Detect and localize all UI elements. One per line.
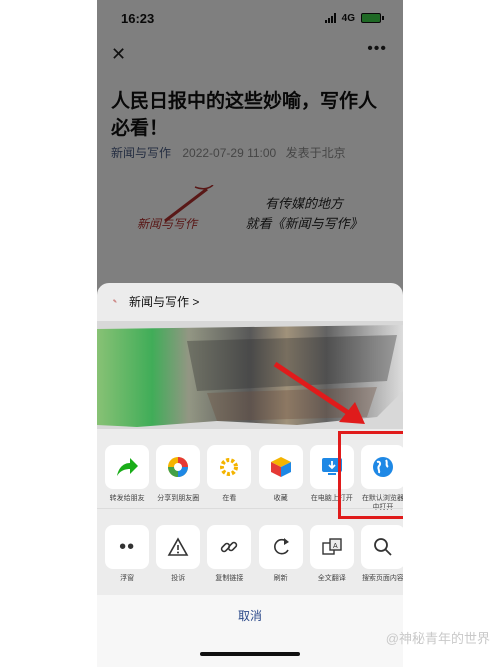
wow-icon [220, 458, 239, 476]
copy-link-button[interactable]: 复制链接 [207, 525, 252, 583]
favorite-cube-icon [270, 457, 291, 477]
action-label: 投诉 [171, 575, 186, 582]
red-highlight-box [338, 431, 403, 519]
action-label: 分享到朋友圈 [157, 495, 200, 502]
home-indicator[interactable] [200, 652, 300, 656]
translate-button[interactable]: A 全文翻译 [309, 525, 354, 583]
action-label: 复制链接 [215, 575, 244, 582]
float-window-icon: •• [119, 535, 136, 558]
watermark: @神秘青年的世界 [386, 628, 490, 647]
phone-screen: 16:23 4G ✕ ••• 人民日报中的这些妙喻，写作人必看！ 新闻与写作 2… [97, 0, 403, 667]
account-name: 新闻与写作 > [129, 295, 200, 309]
tool-actions-row: •• 浮窗 投诉 复制链接 刷新 A 全文翻译 搜索页面内容 [105, 525, 403, 583]
favorite-button[interactable]: 收藏 [258, 445, 303, 512]
refresh-icon [273, 538, 289, 555]
link-icon [221, 541, 238, 553]
wow-button[interactable]: 在看 [207, 445, 252, 512]
share-moments-button[interactable]: 分享到朋友圈 [156, 445, 201, 512]
action-label: 刷新 [273, 575, 288, 582]
svg-text:A: A [333, 543, 338, 550]
forward-to-friend-button[interactable]: 转发给朋友 [105, 445, 150, 512]
action-label: 转发给朋友 [109, 495, 145, 502]
search-page-button[interactable]: 搜索页面内容 [360, 525, 403, 583]
translate-icon: A [322, 538, 342, 555]
action-label: 浮窗 [120, 575, 135, 582]
account-avatar: ✎ [112, 298, 118, 305]
refresh-button[interactable]: 刷新 [258, 525, 303, 583]
action-label: 在看 [222, 495, 237, 502]
action-label: 收藏 [273, 495, 288, 502]
warning-icon [167, 537, 189, 556]
float-window-button[interactable]: •• 浮窗 [105, 525, 150, 583]
complain-button[interactable]: 投诉 [156, 525, 201, 583]
watermark-text: @神秘青年的世界 [385, 631, 490, 646]
share-sheet: ✎ 新闻与写作 > 转发给朋友 分享到朋友圈 在看 收藏 在电脑上打开 在默认浏… [97, 283, 403, 667]
action-label: 全文翻译 [317, 575, 346, 582]
cancel-bar: 取消 [97, 595, 403, 667]
share-arrow-icon [117, 458, 139, 476]
search-icon [374, 538, 392, 556]
sheet-account-header[interactable]: ✎ 新闻与写作 > [107, 293, 199, 310]
moments-icon [168, 457, 189, 477]
red-arrow-annotation [273, 361, 365, 424]
action-label: 搜索页面内容 [361, 575, 403, 582]
cancel-button[interactable]: 取消 [97, 607, 403, 624]
